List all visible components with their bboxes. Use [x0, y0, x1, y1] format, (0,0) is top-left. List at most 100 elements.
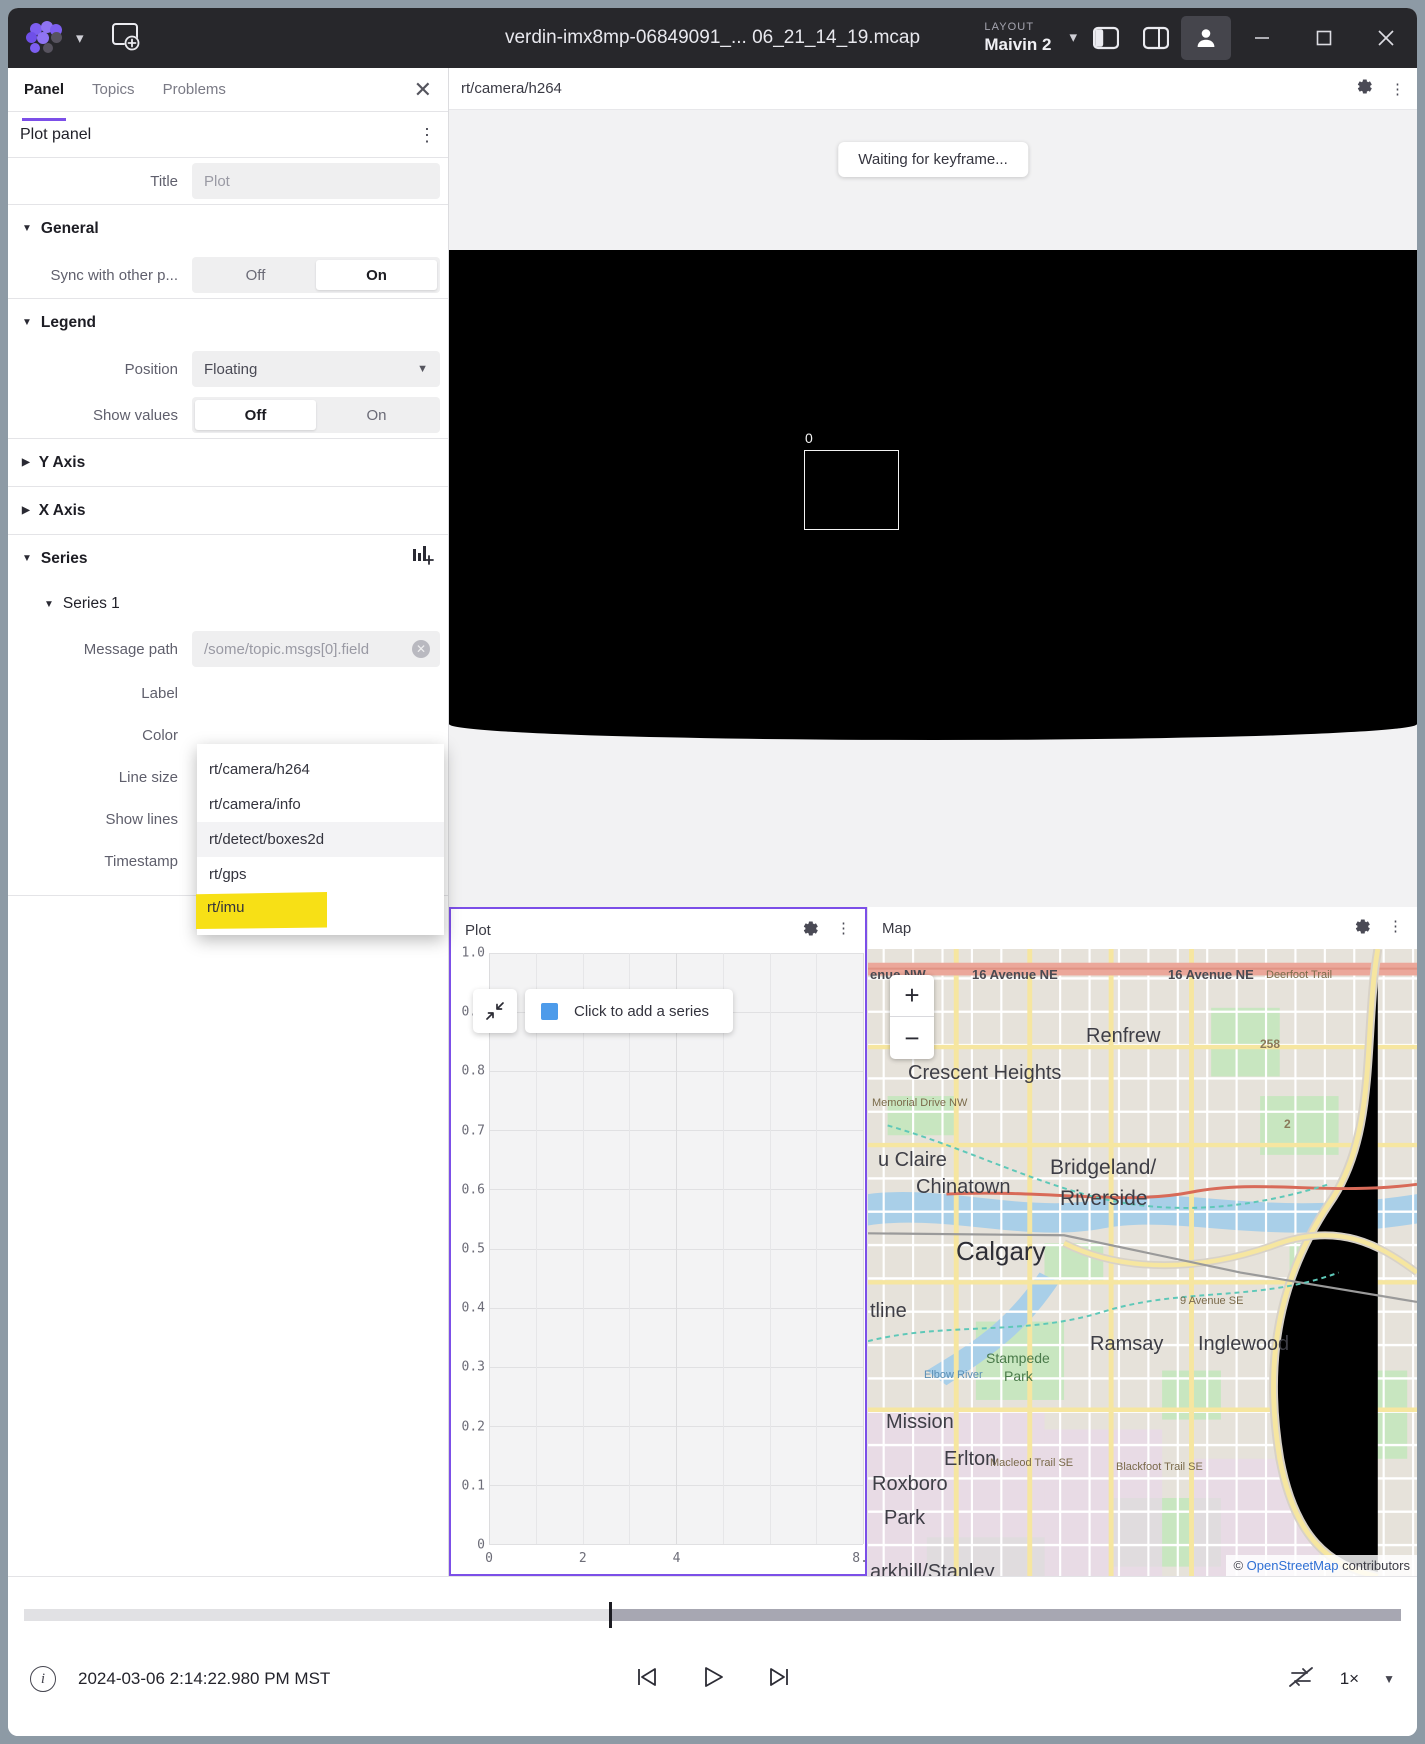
map-label: Blackfoot Trail SE — [1116, 1461, 1203, 1473]
playback-speed-value[interactable]: 1× — [1340, 1669, 1359, 1689]
camera-video-view[interactable]: 0 — [449, 250, 1417, 740]
section-x-axis[interactable]: ▶ X Axis — [8, 486, 448, 534]
sync-toggle[interactable]: Off On — [192, 257, 440, 293]
camera-panel-topic: rt/camera/h264 — [461, 80, 562, 97]
plot-gridline-minor — [723, 953, 724, 1544]
collapse-arrows-icon[interactable] — [473, 989, 517, 1033]
plot-panel[interactable]: Plot ⋮ 1.00.90.80.70.60.50.40.30.20.1002… — [449, 907, 867, 1576]
map-label: Erlton — [944, 1448, 996, 1471]
camera-status-badge: Waiting for keyframe... — [838, 142, 1028, 177]
zoom-in-button[interactable]: + — [890, 975, 934, 1017]
show-values-toggle[interactable]: Off On — [192, 397, 440, 433]
autocomplete-option-highlighted[interactable]: rt/imu — [207, 899, 245, 916]
camera-panel[interactable]: Waiting for keyframe... 0 — [449, 110, 1417, 907]
kebab-menu-icon[interactable]: ⋮ — [1390, 80, 1405, 98]
show-values-off-option[interactable]: Off — [195, 400, 316, 430]
playback-scrubber[interactable] — [24, 1609, 1401, 1621]
map-label: Elbow River — [924, 1369, 983, 1381]
gear-icon[interactable] — [1353, 917, 1372, 940]
close-icon[interactable] — [1355, 8, 1417, 68]
tab-topics[interactable]: Topics — [92, 70, 135, 109]
sync-on-option[interactable]: On — [316, 260, 437, 290]
tab-problems[interactable]: Problems — [163, 70, 226, 109]
map-label: Deerfoot Trail — [1266, 969, 1332, 981]
plot-y-tick-label: 0.2 — [462, 1419, 485, 1434]
plot-canvas[interactable]: 1.00.90.80.70.60.50.40.30.20.100248.0 — [451, 951, 865, 1574]
section-series[interactable]: ▼ Series — [8, 534, 448, 582]
section-y-axis[interactable]: ▶ Y Axis — [8, 438, 448, 486]
add-series-chart-icon[interactable] — [412, 545, 434, 572]
plot-y-tick-label: 0.8 — [462, 1064, 485, 1079]
chevron-right-icon: ▶ — [22, 505, 30, 516]
maximize-icon[interactable] — [1293, 8, 1355, 68]
show-values-label: Show values — [8, 407, 192, 424]
series-color-swatch — [541, 1003, 558, 1020]
foxglove-window: ▾ verdin-imx8mp-06849091_... 06_21_14_19… — [8, 8, 1417, 1736]
add-panel-icon[interactable] — [106, 18, 146, 58]
sync-off-option[interactable]: Off — [195, 260, 316, 290]
legend-position-select[interactable]: Floating ▼ — [192, 351, 440, 387]
message-path-row: Message path /some/topic.msgs[0].field ✕ — [8, 626, 448, 672]
show-values-on-option[interactable]: On — [316, 400, 437, 430]
map-panel[interactable]: Map ⋮ 16 Avenue NE16 Avenue NEenue NWRen… — [867, 907, 1417, 1576]
title-input[interactable]: Plot — [192, 163, 440, 199]
sidebar-tabs: Panel Topics Problems ✕ — [8, 68, 448, 112]
autocomplete-option[interactable]: rt/gps — [197, 857, 444, 892]
plot-gridline-minor — [536, 953, 537, 1544]
plot-y-tick-label: 0.5 — [462, 1242, 485, 1257]
section-general-label: General — [41, 220, 99, 238]
layout-selector[interactable]: LAYOUT Maivin 2 ▾ — [984, 22, 1081, 53]
kebab-menu-icon[interactable]: ⋮ — [418, 126, 436, 144]
tab-panel[interactable]: Panel — [24, 70, 64, 109]
seek-backward-icon[interactable] — [633, 1663, 661, 1696]
seek-forward-icon[interactable] — [765, 1663, 793, 1696]
app-logo-button[interactable]: ▾ — [8, 21, 84, 55]
repeat-off-icon[interactable] — [1286, 1664, 1316, 1695]
zoom-out-button[interactable]: − — [890, 1017, 934, 1059]
play-icon[interactable] — [699, 1663, 727, 1696]
playback-bar: i 2024-03-06 2:14:22.980 PM MST 1× ▼ — [8, 1576, 1417, 1736]
map-label: Bridgeland/ — [1050, 1156, 1156, 1180]
kebab-menu-icon[interactable]: ⋮ — [1388, 917, 1403, 940]
user-account-icon[interactable] — [1181, 16, 1231, 60]
plot-gridline-v: 4 — [676, 953, 677, 1544]
close-icon[interactable]: ✕ — [414, 79, 432, 101]
minimize-icon[interactable] — [1231, 8, 1293, 68]
autocomplete-option[interactable]: rt/camera/h264 — [197, 752, 444, 787]
chevron-down-icon[interactable]: ▼ — [1383, 1672, 1395, 1686]
panel-title: Plot panel — [20, 126, 91, 144]
title-label: Title — [8, 173, 192, 190]
section-legend[interactable]: ▼ Legend — [8, 298, 448, 346]
plot-panel-title: Plot — [465, 922, 491, 939]
message-path-input[interactable]: /some/topic.msgs[0].field — [192, 631, 440, 667]
playback-controls: i 2024-03-06 2:14:22.980 PM MST 1× ▼ — [8, 1649, 1417, 1709]
section-series-label: Series — [41, 550, 88, 568]
message-path-label: Message path — [8, 641, 192, 658]
section-x-axis-label: X Axis — [39, 502, 86, 520]
openstreetmap-link[interactable]: OpenStreetMap — [1247, 1558, 1339, 1573]
map-label: tline — [870, 1300, 907, 1323]
autocomplete-option[interactable]: rt/camera/info — [197, 787, 444, 822]
chevron-down-icon: ▼ — [44, 599, 54, 610]
subsection-series-1[interactable]: ▼ Series 1 — [8, 582, 448, 626]
map-label: u Claire — [878, 1149, 947, 1172]
section-general[interactable]: ▼ General — [8, 204, 448, 252]
map-view[interactable]: 16 Avenue NE16 Avenue NEenue NWRenfrewCr… — [868, 949, 1417, 1576]
map-label: Inglewood — [1198, 1333, 1289, 1356]
right-sidebar-toggle-icon[interactable] — [1131, 16, 1181, 60]
kebab-menu-icon[interactable]: ⋮ — [836, 919, 851, 942]
autocomplete-option[interactable]: rt/detect/boxes2d — [197, 822, 444, 857]
gear-icon[interactable] — [1355, 77, 1374, 100]
clear-circle-icon[interactable]: ✕ — [412, 640, 430, 658]
map-label: Ramsay — [1090, 1333, 1163, 1356]
map-label: Macleod Trail SE — [990, 1457, 1073, 1469]
title-bar: ▾ verdin-imx8mp-06849091_... 06_21_14_19… — [8, 8, 1417, 68]
map-label: Crescent Heights — [908, 1062, 1061, 1085]
legend-position-value: Floating — [204, 361, 257, 378]
info-icon[interactable]: i — [30, 1666, 56, 1692]
plot-gridline-v: 8.0 — [863, 953, 864, 1544]
left-sidebar-toggle-icon[interactable] — [1081, 16, 1131, 60]
add-series-button[interactable]: Click to add a series — [525, 989, 733, 1033]
gear-icon[interactable] — [801, 919, 820, 942]
scrubber-playhead[interactable] — [609, 1602, 612, 1628]
